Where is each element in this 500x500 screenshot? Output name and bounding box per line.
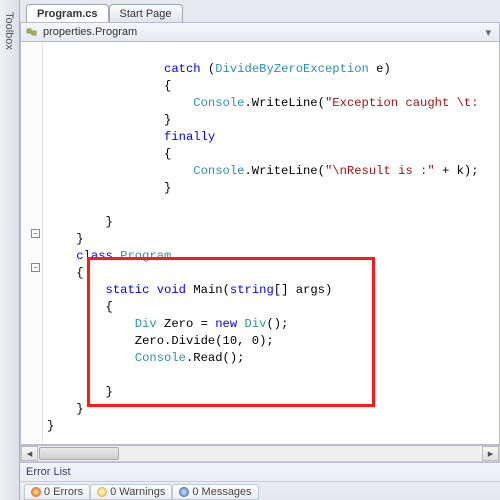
- class-icon: [25, 25, 39, 39]
- toolbox-panel[interactable]: Toolbox: [0, 0, 20, 500]
- chevron-down-icon[interactable]: ▾: [485, 26, 495, 39]
- messages-filter[interactable]: 0 Messages: [172, 484, 258, 500]
- toolbox-label: Toolbox: [0, 0, 15, 50]
- main-area: Program.cs Start Page properties.Program…: [20, 0, 500, 500]
- scroll-left-button[interactable]: ◂: [21, 446, 38, 461]
- code-content: catch (DivideByZeroException e) { Consol…: [43, 42, 499, 445]
- error-icon: [31, 487, 41, 497]
- outline-toggle[interactable]: −: [31, 229, 40, 238]
- warnings-filter[interactable]: 0 Warnings: [90, 484, 172, 500]
- error-filter-tabs: 0 Errors 0 Warnings 0 Messages: [20, 482, 500, 500]
- scope-dropdown[interactable]: properties.Program: [43, 26, 137, 38]
- warning-icon: [97, 487, 107, 497]
- scroll-right-button[interactable]: ▸: [482, 446, 499, 461]
- scroll-thumb[interactable]: [39, 447, 119, 460]
- editor-gutter: − −: [21, 42, 43, 444]
- error-list-title[interactable]: Error List: [20, 463, 500, 482]
- tab-start-page[interactable]: Start Page: [109, 4, 183, 22]
- navigation-bar: properties.Program ▾: [20, 22, 500, 42]
- document-tabs: Program.cs Start Page: [20, 0, 500, 22]
- errors-filter[interactable]: 0 Errors: [24, 484, 90, 500]
- horizontal-scrollbar[interactable]: ◂ ▸: [20, 445, 500, 462]
- error-list-panel: Error List 0 Errors 0 Warnings 0 Message…: [20, 462, 500, 500]
- tab-program-cs[interactable]: Program.cs: [26, 4, 109, 22]
- code-editor[interactable]: − − catch (DivideByZeroException e) { Co…: [20, 42, 500, 445]
- outline-toggle[interactable]: −: [31, 263, 40, 272]
- message-icon: [179, 487, 189, 497]
